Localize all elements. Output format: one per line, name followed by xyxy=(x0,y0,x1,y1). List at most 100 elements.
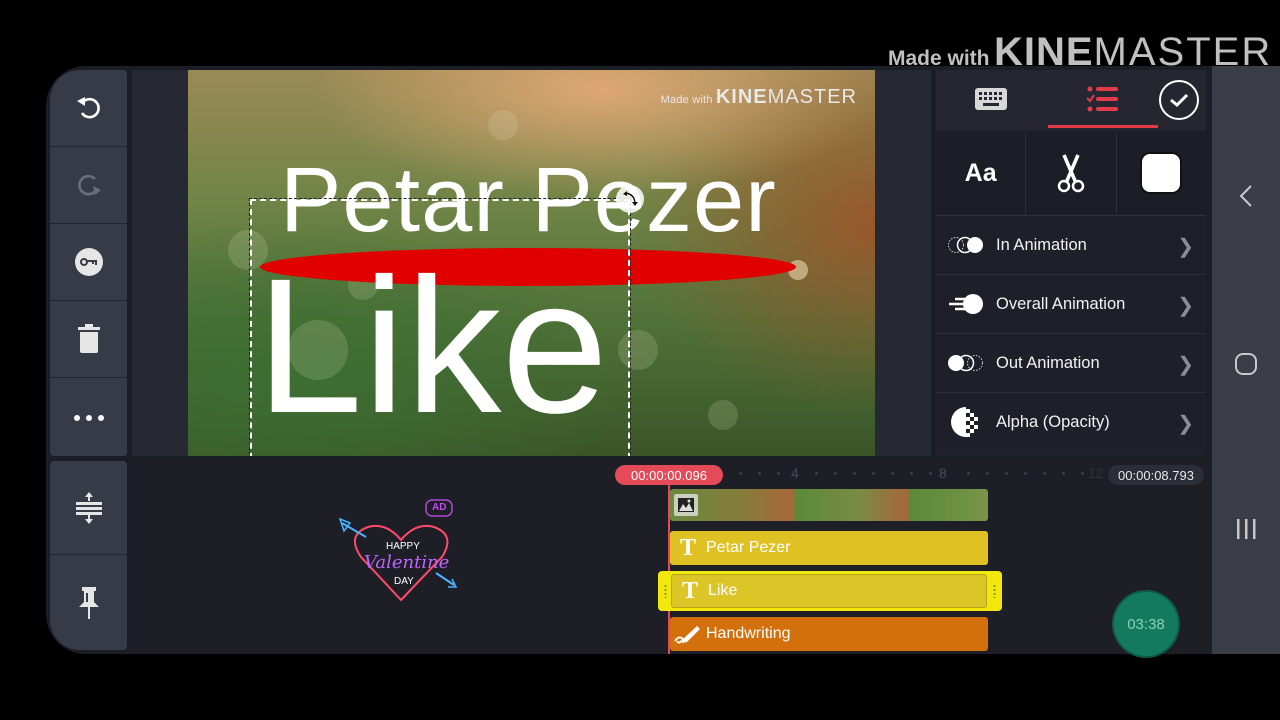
end-time: 00:00:08.793 xyxy=(1108,465,1204,485)
text-layer-icon: T xyxy=(681,577,698,604)
ruler-tick xyxy=(1024,472,1027,475)
confirm-button[interactable] xyxy=(1159,80,1199,120)
home-icon xyxy=(1235,353,1257,375)
sticker-line3: DAY xyxy=(394,576,414,587)
layer-label: Petar Pezer xyxy=(706,539,791,556)
in-animation-icon xyxy=(948,236,983,254)
layer-petar-pezer[interactable]: T Petar Pezer xyxy=(670,531,988,565)
overall-animation-item[interactable]: Overall Animation ❯ xyxy=(936,274,1206,333)
split-button[interactable] xyxy=(1026,132,1117,214)
trash-icon xyxy=(77,324,100,353)
back-icon xyxy=(1239,185,1252,207)
android-navbar xyxy=(1212,66,1280,654)
timeline-tools xyxy=(50,461,127,650)
tab-keyboard[interactable] xyxy=(936,70,1046,128)
trim-handle-left[interactable] xyxy=(664,584,667,598)
ruler-tick xyxy=(967,472,970,475)
ruler-tick xyxy=(910,472,913,475)
ruler-tick xyxy=(929,472,932,475)
ruler-tick xyxy=(1043,472,1046,475)
preview-watermark-brand-bold: KINE xyxy=(715,86,768,108)
record-button[interactable]: 03:38 xyxy=(1114,592,1178,656)
ruler-tick xyxy=(1062,472,1065,475)
undo-icon xyxy=(76,97,100,119)
text-tools: Aa xyxy=(936,132,1206,214)
video-preview[interactable]: Made with KINEMASTER Petar Pezer Like xyxy=(188,70,875,456)
trim-handle-right[interactable] xyxy=(993,584,996,598)
pin-button[interactable] xyxy=(50,556,127,650)
check-icon xyxy=(1170,93,1189,108)
tab-options[interactable] xyxy=(1048,70,1158,128)
keyboard-icon xyxy=(975,88,1007,110)
alpha-opacity-icon xyxy=(951,407,978,437)
chevron-right-icon: ❯ xyxy=(1177,236,1194,258)
left-toolbar xyxy=(50,70,127,456)
recents-icon xyxy=(1237,519,1256,539)
color-button[interactable] xyxy=(1116,132,1206,214)
font-button[interactable]: Aa xyxy=(936,132,1027,214)
alpha-opacity-item[interactable]: Alpha (Opacity) ❯ xyxy=(936,392,1206,451)
alpha-opacity-label: Alpha (Opacity) xyxy=(996,412,1110,431)
nav-home-button[interactable] xyxy=(1212,352,1280,376)
playhead-time[interactable]: 00:00:00.096 xyxy=(615,465,723,485)
layer-label: Handwriting xyxy=(706,625,791,642)
ruler-tick xyxy=(777,472,780,475)
redo-icon xyxy=(77,174,101,196)
nav-recents-button[interactable] xyxy=(1212,518,1280,540)
image-icon xyxy=(674,494,698,516)
pin-icon xyxy=(78,587,99,619)
redo-button[interactable] xyxy=(50,147,127,224)
chevron-right-icon: ❯ xyxy=(1177,413,1194,435)
expand-vertical-icon xyxy=(75,491,102,524)
ruler-tick xyxy=(891,472,894,475)
out-animation-item[interactable]: Out Animation ❯ xyxy=(936,333,1206,392)
ruler-tick xyxy=(834,472,837,475)
layer-label: Like xyxy=(708,582,738,599)
more-icon xyxy=(73,414,104,421)
preview-watermark: Made with KINEMASTER xyxy=(661,86,857,109)
rotate-handle[interactable] xyxy=(616,185,644,213)
scissors-icon xyxy=(1057,154,1085,193)
layer-handwriting[interactable]: Handwriting xyxy=(670,617,988,651)
active-tab-indicator xyxy=(1048,125,1158,128)
sticker-line1: HAPPY xyxy=(386,541,420,552)
ruler-label: 8 xyxy=(939,465,947,481)
selection-box[interactable] xyxy=(249,198,631,456)
in-animation-item[interactable]: In Animation ❯ xyxy=(936,215,1206,274)
handwriting-icon xyxy=(670,623,706,645)
sticker-line2: Valentine xyxy=(364,552,450,573)
rotate-icon xyxy=(623,191,638,206)
ruler-tick xyxy=(815,472,818,475)
preview-watermark-brand-light: MASTER xyxy=(767,86,857,108)
undo-button[interactable] xyxy=(50,70,127,147)
ruler-tick xyxy=(1005,472,1008,475)
key-icon xyxy=(74,248,103,276)
ad-badge: AD xyxy=(432,502,447,513)
more-button[interactable] xyxy=(50,379,127,456)
keyframe-button[interactable] xyxy=(50,224,127,301)
chevron-right-icon: ❯ xyxy=(1177,295,1194,317)
animation-options: In Animation ❯ Overall Animation ❯ Out A… xyxy=(936,215,1206,451)
valentine-sticker[interactable]: AD HAPPY Valentine DAY xyxy=(336,495,466,610)
color-swatch xyxy=(1142,154,1181,192)
ruler-tick xyxy=(872,472,875,475)
ruler-label: 4 xyxy=(791,465,799,481)
layer-like[interactable]: T Like xyxy=(671,574,987,608)
overall-animation-label: Overall Animation xyxy=(996,294,1126,313)
screen: Made with KINEMASTER Made with KINEMASTE… xyxy=(0,0,1280,720)
nav-back-button[interactable] xyxy=(1212,184,1280,208)
ruler-tick xyxy=(758,472,761,475)
overall-animation-icon xyxy=(949,294,983,314)
out-animation-label: Out Animation xyxy=(996,353,1100,372)
ruler-tick xyxy=(1081,472,1084,475)
out-animation-icon xyxy=(948,354,983,372)
ruler-tick xyxy=(739,472,742,475)
delete-button[interactable] xyxy=(50,301,127,378)
expand-timeline-button[interactable] xyxy=(50,461,127,555)
font-label: Aa xyxy=(964,158,997,187)
chevron-right-icon: ❯ xyxy=(1177,354,1194,376)
video-clip[interactable] xyxy=(670,489,988,521)
in-animation-label: In Animation xyxy=(996,235,1087,254)
ruler-tick xyxy=(853,472,856,475)
ruler-tick xyxy=(986,472,989,475)
